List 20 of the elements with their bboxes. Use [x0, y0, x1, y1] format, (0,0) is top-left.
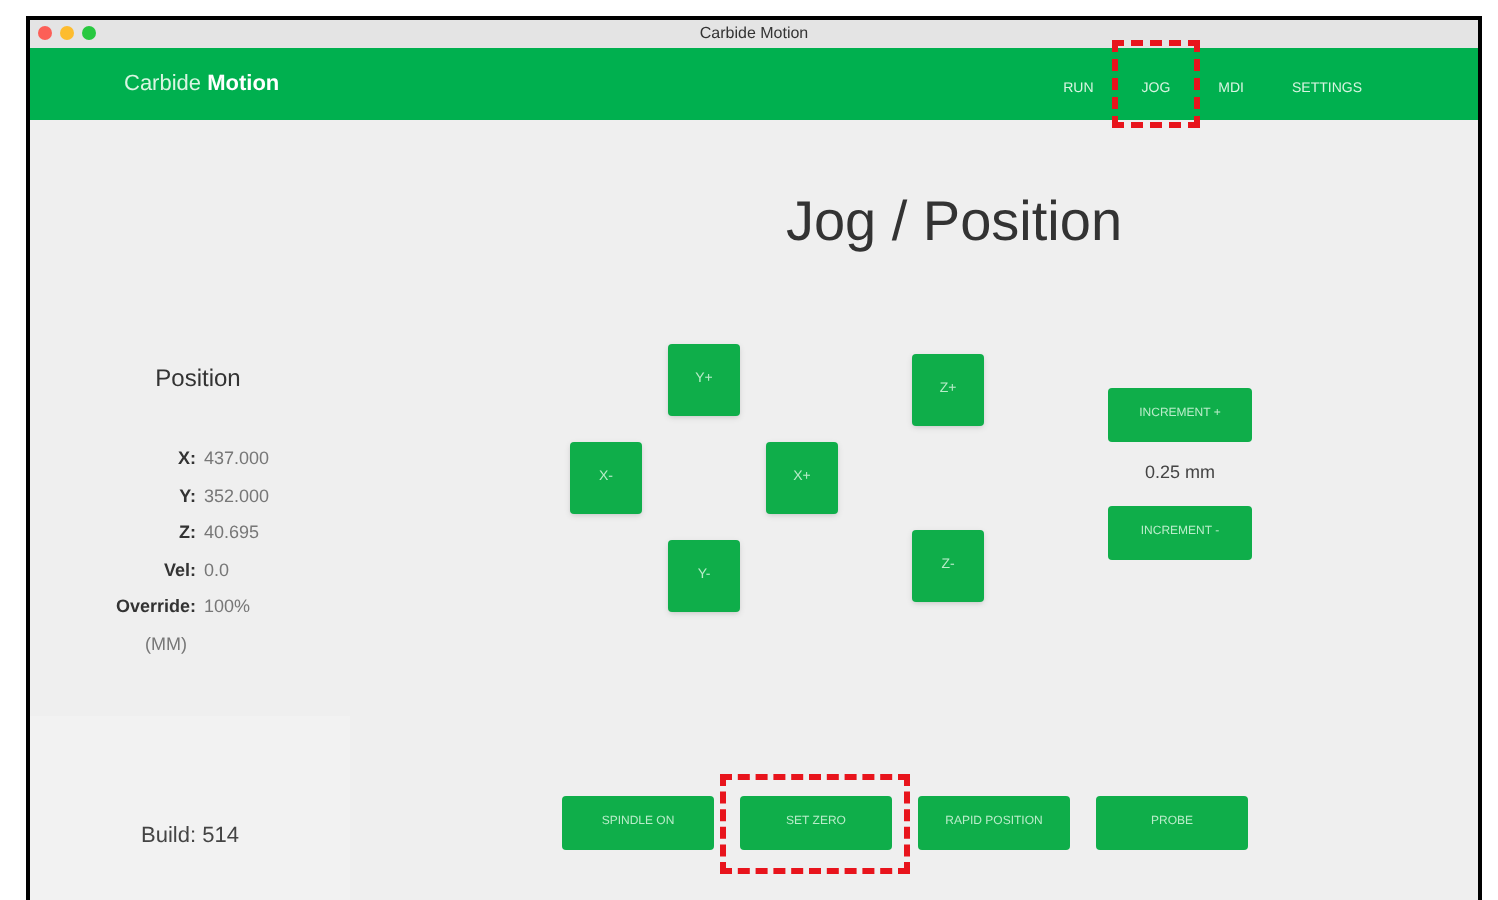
build-label: Build: 514: [141, 822, 239, 852]
position-value: 352.000: [204, 483, 272, 509]
position-label: Vel:: [161, 557, 198, 583]
position-value: 0.0: [204, 557, 232, 583]
position-value: 40.695: [204, 520, 262, 546]
increment-value: 0.25 mm: [1144, 460, 1215, 486]
app-brand: Carbide Motion: [124, 69, 280, 100]
position-label: Y:: [177, 483, 198, 509]
minimize-icon[interactable]: [60, 26, 74, 40]
position-label: X:: [176, 446, 198, 472]
position-title: Position: [155, 362, 241, 396]
units-label: (MM): [145, 631, 187, 658]
close-icon[interactable]: [38, 26, 52, 40]
position-label: Override:: [113, 594, 198, 620]
maximize-icon[interactable]: [82, 26, 96, 40]
position-value: 437.000: [204, 446, 272, 472]
position-label: Z:: [177, 520, 198, 546]
position-value: 100%: [204, 594, 253, 620]
page-title: Jog / Position: [785, 188, 1123, 256]
window-title: Carbide Motion: [699, 22, 809, 46]
